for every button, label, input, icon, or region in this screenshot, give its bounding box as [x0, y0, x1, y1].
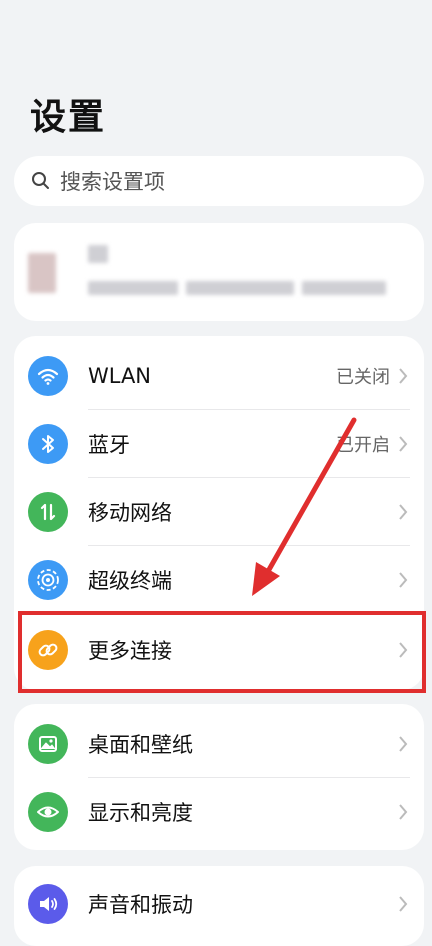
chevron-right-icon [396, 570, 410, 590]
page-title: 设置 [30, 97, 107, 138]
super-device-icon [28, 560, 68, 600]
search-icon [30, 170, 52, 192]
settings-item-label: 声音和振动 [88, 893, 193, 917]
chevron-right-icon [396, 366, 410, 386]
account-name [88, 245, 108, 263]
account-card[interactable] [14, 223, 424, 321]
sound-group: 声音和振动 [14, 866, 424, 946]
chevron-right-icon [396, 894, 410, 914]
search-placeholder: 搜索设置项 [60, 170, 165, 194]
settings-item-wallpaper[interactable]: 桌面和壁纸 [14, 710, 424, 778]
settings-item-status: 已关闭 [336, 367, 390, 388]
chevron-right-icon [396, 734, 410, 754]
search-input[interactable]: 搜索设置项 [14, 156, 424, 206]
account-detail [186, 281, 294, 295]
chevron-right-icon [396, 502, 410, 522]
settings-item-mobile-network[interactable]: 移动网络 [14, 478, 424, 546]
annotation-highlight-box [18, 611, 426, 693]
wifi-icon [28, 356, 68, 396]
settings-item-status: 已开启 [336, 435, 390, 456]
display-group: 桌面和壁纸 显示和亮度 [14, 704, 424, 850]
settings-item-bluetooth[interactable]: 蓝牙 已开启 [14, 410, 424, 478]
settings-item-label: 桌面和壁纸 [88, 733, 193, 757]
settings-item-label: 显示和亮度 [88, 801, 193, 825]
bluetooth-icon [28, 424, 68, 464]
avatar [28, 253, 56, 293]
settings-item-wlan[interactable]: WLAN 已关闭 [14, 342, 424, 410]
mobile-network-icon [28, 492, 68, 532]
account-detail [302, 281, 386, 295]
settings-item-display-brightness[interactable]: 显示和亮度 [14, 778, 424, 846]
settings-item-sound-vibration[interactable]: 声音和振动 [14, 870, 424, 938]
chevron-right-icon [396, 434, 410, 454]
eye-icon [28, 792, 68, 832]
settings-item-label: 蓝牙 [88, 433, 130, 457]
settings-item-label: WLAN [88, 364, 152, 388]
settings-item-label: 超级终端 [88, 569, 172, 593]
settings-item-super-device[interactable]: 超级终端 [14, 546, 424, 614]
chevron-right-icon [396, 802, 410, 822]
speaker-icon [28, 884, 68, 924]
account-detail [88, 281, 178, 295]
wallpaper-icon [28, 724, 68, 764]
settings-item-label: 移动网络 [88, 501, 172, 525]
